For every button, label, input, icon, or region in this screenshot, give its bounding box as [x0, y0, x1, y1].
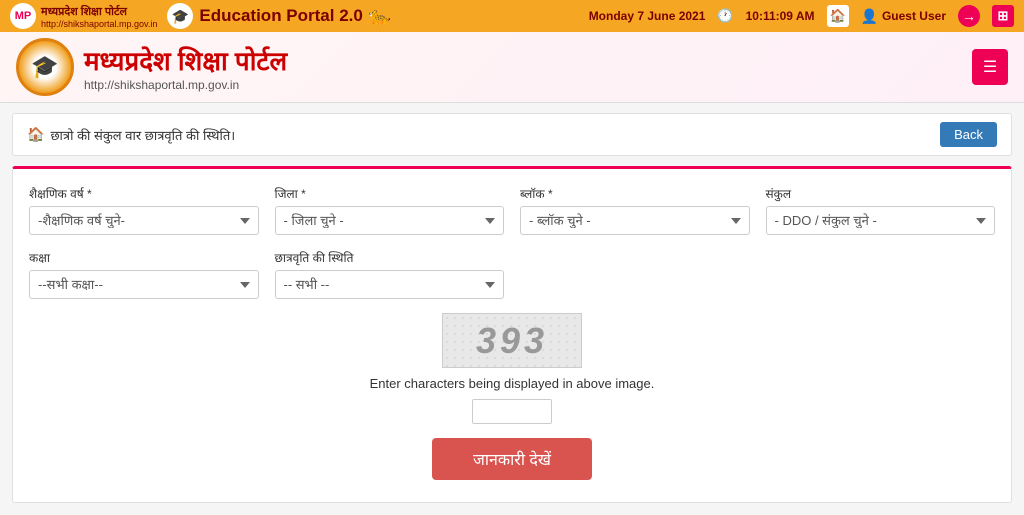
academic-year-label: शैक्षणिक वर्ष *: [29, 185, 259, 202]
scholarship-status-label: छात्रवृति की स्थिति: [275, 249, 505, 266]
block-label: ब्लॉक *: [520, 185, 750, 202]
class-group: कक्षा --सभी कक्षा--: [29, 249, 259, 299]
top-bar-url: http://shikshaportal.mp.gov.in: [41, 19, 157, 29]
district-select[interactable]: - जिला चुने -: [275, 206, 505, 235]
block-group: ब्लॉक * - ब्लॉक चुने -: [520, 185, 750, 235]
district-group: जिला * - जिला चुने -: [275, 185, 505, 235]
top-bar-right: Monday 7 June 2021 🕐 10:11:09 AM 🏠 👤 Gue…: [589, 5, 1014, 27]
captcha-section: 393 Enter characters being displayed in …: [29, 313, 995, 424]
top-bar-site-name: मध्यप्रदेश शिक्षा पोर्टल: [41, 4, 157, 19]
mp-logo-small: MP: [10, 3, 36, 29]
hamburger-menu-btn[interactable]: ☰: [972, 49, 1008, 85]
home-icon-btn[interactable]: 🏠: [827, 5, 849, 27]
breadcrumb-text: छात्रो की संकुल वार छात्रवृति की स्थिति।: [50, 126, 235, 144]
sankul-select[interactable]: - DDO / संकुल चुने -: [766, 206, 996, 235]
captcha-input[interactable]: [472, 399, 552, 424]
academic-year-select[interactable]: -शैक्षणिक वर्ष चुने-: [29, 206, 259, 235]
top-bar-left: MP मध्यप्रदेश शिक्षा पोर्टल http://shiks…: [10, 3, 391, 29]
form-row-1: शैक्षणिक वर्ष * -शैक्षणिक वर्ष चुने- जिल…: [29, 185, 995, 235]
main-form-container: शैक्षणिक वर्ष * -शैक्षणिक वर्ष चुने- जिल…: [12, 166, 1012, 503]
portal-hindi-title: मध्यप्रदेश शिक्षा पोर्टल: [84, 42, 287, 78]
captcha-image: 393: [442, 313, 582, 368]
login-icon-btn[interactable]: →: [958, 5, 980, 27]
breadcrumb: 🏠 छात्रो की संकुल वार छात्रवृति की स्थित…: [27, 126, 235, 144]
submit-button[interactable]: जानकारी देखें: [432, 438, 592, 480]
form-row-2: कक्षा --सभी कक्षा-- छात्रवृति की स्थिति …: [29, 249, 995, 299]
sankul-label: संकुल: [766, 185, 996, 202]
mp-logo-center: 🎓: [167, 3, 193, 29]
emblem: 🎓: [16, 38, 74, 96]
guest-user-box: 👤 Guest User: [861, 8, 946, 25]
scholarship-status-select[interactable]: -- सभी --: [275, 270, 505, 299]
captcha-instruction: Enter characters being displayed in abov…: [370, 376, 655, 391]
logo-section: 🎓 मध्यप्रदेश शिक्षा पोर्टल http://shiksh…: [16, 38, 287, 96]
portal-title: Education Portal 2.0: [199, 6, 362, 26]
top-bar: MP मध्यप्रदेश शिक्षा पोर्टल http://shiks…: [0, 0, 1024, 32]
portal-url: http://shikshaportal.mp.gov.in: [84, 78, 287, 92]
district-label: जिला *: [275, 185, 505, 202]
guest-user-label: Guest User: [882, 9, 946, 23]
scholarship-status-group: छात्रवृति की स्थिति -- सभी --: [275, 249, 505, 299]
block-select[interactable]: - ब्लॉक चुने -: [520, 206, 750, 235]
captcha-value: 393: [476, 320, 548, 362]
secondary-header: 🎓 मध्यप्रदेश शिक्षा पोर्टल http://shiksh…: [0, 32, 1024, 103]
class-select[interactable]: --सभी कक्षा--: [29, 270, 259, 299]
back-button[interactable]: Back: [940, 122, 997, 147]
top-bar-logo: MP मध्यप्रदेश शिक्षा पोर्टल http://shiks…: [10, 3, 157, 29]
top-bar-center: 🎓 Education Portal 2.0 🐆: [167, 3, 391, 29]
breadcrumb-bar: 🏠 छात्रो की संकुल वार छात्रवृति की स्थित…: [12, 113, 1012, 156]
portal-name-section: मध्यप्रदेश शिक्षा पोर्टल http://shikshap…: [84, 42, 287, 92]
class-label: कक्षा: [29, 249, 259, 266]
date-display: Monday 7 June 2021: [589, 9, 706, 23]
academic-year-group: शैक्षणिक वर्ष * -शैक्षणिक वर्ष चुने-: [29, 185, 259, 235]
time-display: 10:11:09 AM: [746, 9, 815, 23]
sankul-group: संकुल - DDO / संकुल चुने -: [766, 185, 996, 235]
grid-icon-btn[interactable]: ⊞: [992, 5, 1014, 27]
breadcrumb-home-icon: 🏠: [27, 126, 44, 143]
